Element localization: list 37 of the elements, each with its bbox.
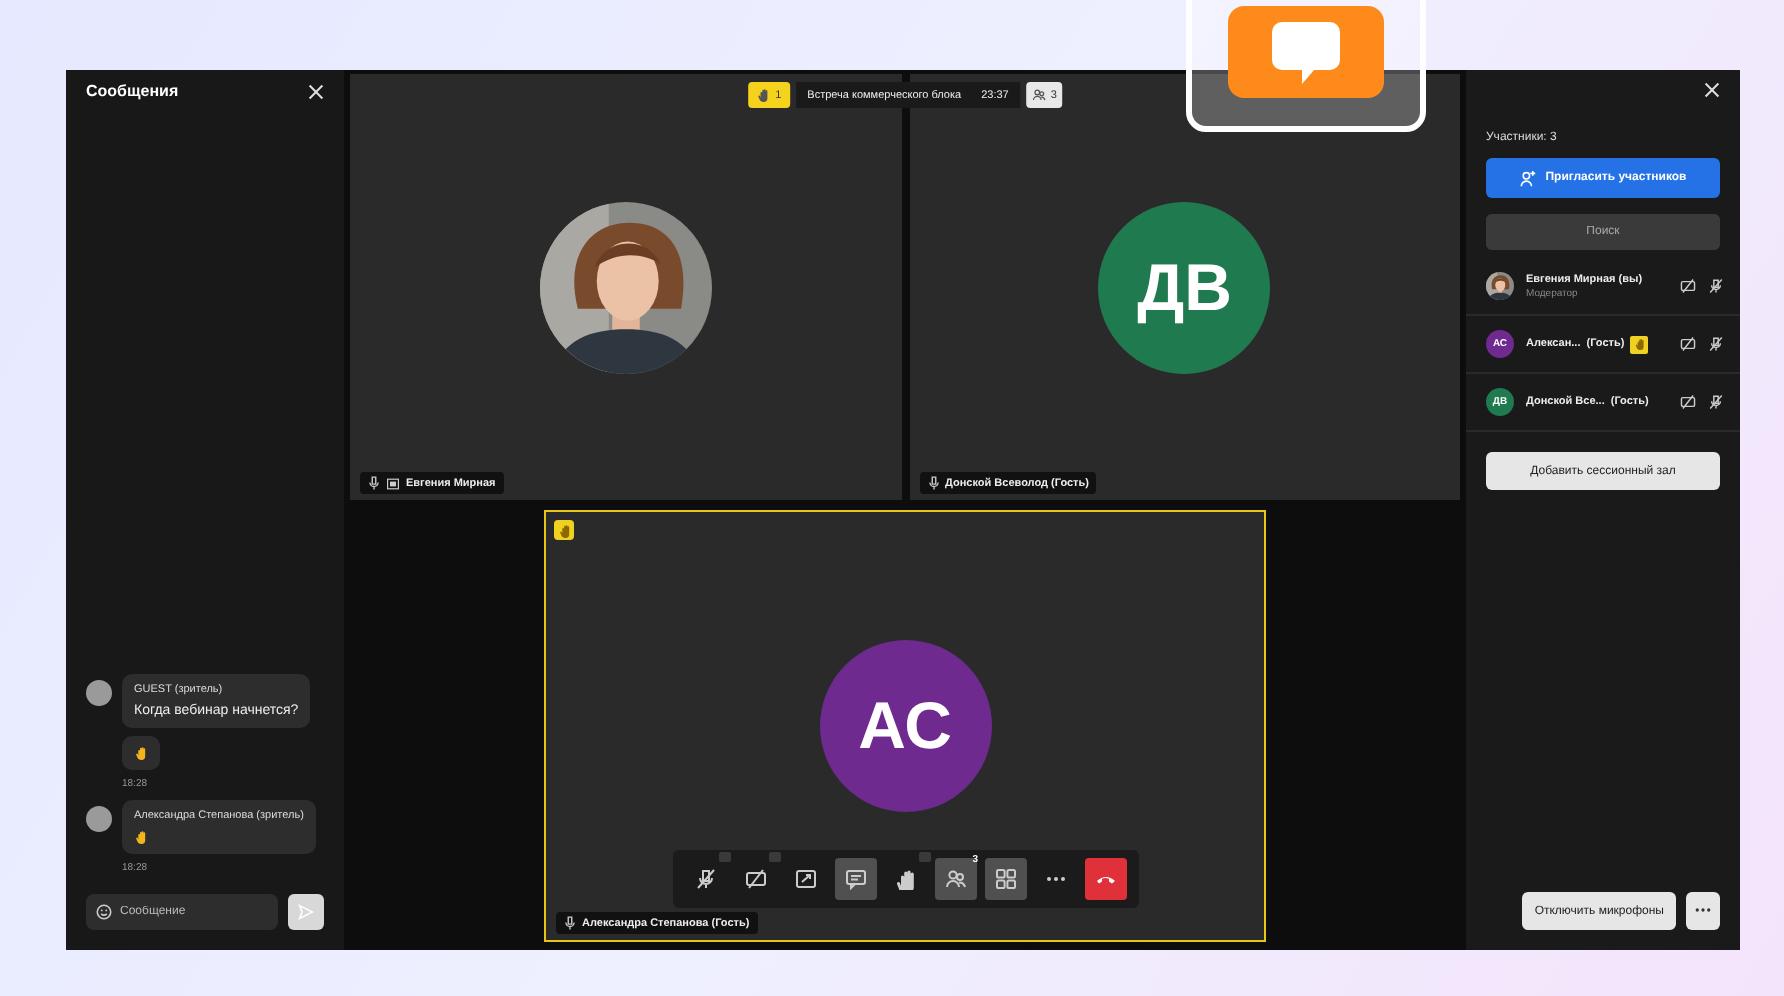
send-icon: [298, 904, 314, 920]
close-button[interactable]: [1704, 82, 1720, 98]
camera-off-icon: [744, 868, 766, 890]
hand-icon: [134, 830, 148, 844]
camera-off-icon: [1680, 278, 1696, 294]
more-icon: [1694, 905, 1712, 913]
hand-icon: [134, 746, 148, 760]
people-icon: [1032, 88, 1047, 102]
screen-share-icon: [794, 868, 816, 890]
layout-button[interactable]: [984, 858, 1026, 900]
camera-off-icon: [1680, 336, 1696, 352]
mic-icon: [368, 476, 380, 490]
close-button[interactable]: [308, 83, 324, 99]
panel-title: Сообщения: [86, 82, 179, 100]
mic-off-icon: [1708, 394, 1724, 410]
mic-icon: [927, 476, 939, 490]
hand-icon: [755, 88, 770, 102]
avatar: АС: [819, 640, 991, 812]
chat-button[interactable]: [834, 858, 876, 900]
close-icon: [308, 83, 324, 99]
grid-icon: [994, 868, 1016, 890]
chat-icon: [844, 868, 866, 890]
add-person-icon: [1519, 169, 1536, 187]
hand-icon: [894, 868, 916, 890]
avatar-icon: [86, 806, 112, 832]
mic-off-icon: [1708, 278, 1724, 294]
leave-button[interactable]: [1084, 858, 1126, 900]
mic-off-icon: [1708, 336, 1724, 352]
camera-off-icon: [1680, 394, 1696, 410]
more-button[interactable]: [1686, 892, 1720, 930]
mic-icon: [564, 916, 576, 930]
mic-off-icon: [694, 868, 716, 890]
people-icon: [944, 868, 966, 890]
close-icon: [1704, 82, 1720, 98]
avatar: ДВ: [1098, 201, 1271, 373]
avatar-icon: [86, 680, 112, 706]
send-button[interactable]: [288, 894, 324, 930]
